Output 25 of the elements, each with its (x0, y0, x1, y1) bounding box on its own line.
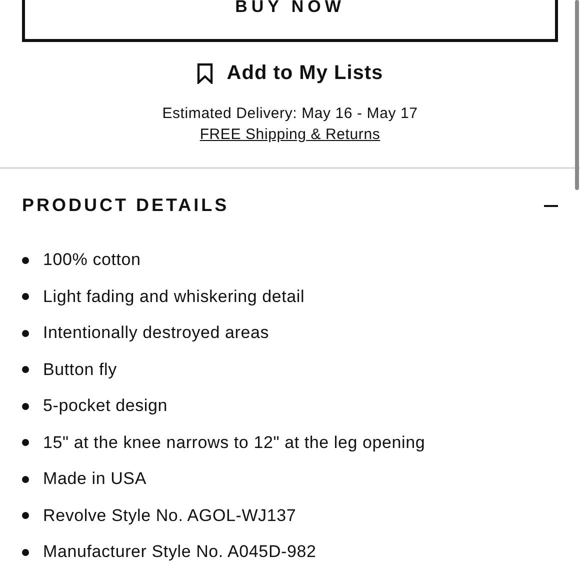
detail-text: Light fading and whiskering detail (43, 286, 305, 307)
detail-text: Intentionally destroyed areas (43, 323, 270, 344)
bullet-icon (22, 402, 29, 410)
detail-text: 100% cotton (43, 250, 141, 270)
bullet-icon (22, 256, 29, 264)
scrollbar[interactable] (575, 0, 579, 190)
bullet-icon (22, 548, 29, 556)
detail-text: Button fly (43, 360, 117, 380)
detail-text: 5-pocket design (43, 396, 168, 416)
buy-now-button[interactable]: BUY NOW (22, 0, 558, 42)
section-title: PRODUCT DETAILS (22, 195, 230, 216)
bullet-icon (22, 330, 29, 337)
shipping-link[interactable]: FREE Shipping & Returns (200, 126, 380, 143)
bullet-icon (22, 512, 29, 520)
detail-text: Revolve Style No. AGOL-WJ137 (43, 506, 296, 526)
bookmark-icon (196, 63, 213, 84)
estimated-delivery: Estimated Delivery: May 16 - May 17 (161, 105, 419, 122)
add-to-lists-button[interactable]: Add to My Lists (196, 62, 384, 85)
bullet-icon (22, 439, 29, 446)
bullet-icon (22, 476, 29, 483)
bullet-icon (22, 366, 29, 374)
detail-text: Manufacturer Style No. A045D-982 (43, 542, 316, 562)
detail-text: Made in USA (43, 469, 146, 490)
bullet-icon (22, 293, 29, 300)
detail-text: 15" at the knee narrows to 12" at the leg opening (43, 432, 426, 453)
